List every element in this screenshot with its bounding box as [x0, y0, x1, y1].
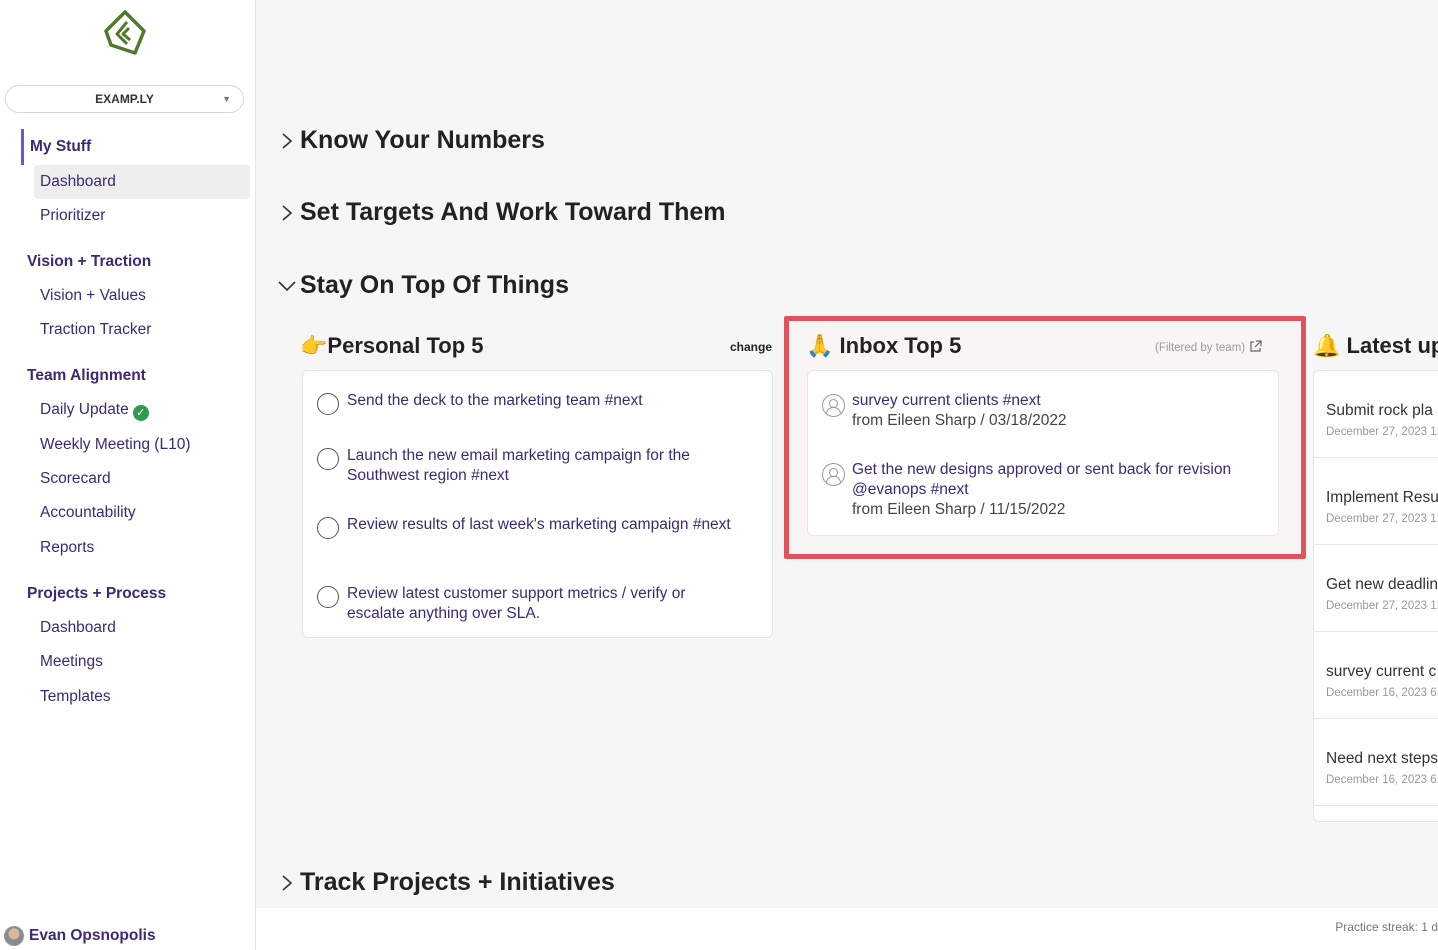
update-date: December 16, 2023 6: [1326, 687, 1438, 699]
nav-section-vision-traction[interactable]: Vision + Traction [27, 253, 151, 271]
section-title: Stay On Top Of Things [300, 271, 569, 299]
divider [1314, 718, 1438, 719]
update-item[interactable]: Need next steps December 16, 2023 6: [1326, 750, 1438, 786]
latest-updates-card: Submit rock pla December 27, 2023 1: Imp… [1313, 370, 1438, 822]
nav-item-accountability[interactable]: Accountability [34, 496, 250, 530]
task-text[interactable]: Review latest customer support metrics /… [347, 584, 737, 624]
task-checkbox[interactable] [317, 448, 339, 470]
nav-item-dashboard[interactable]: Dashboard [34, 165, 250, 199]
nav-item-prioritizer[interactable]: Prioritizer [34, 199, 250, 233]
task-item[interactable]: Send the deck to the marketing team #nex… [317, 391, 737, 415]
task-item[interactable]: Review results of last week's marketing … [317, 515, 737, 539]
divider [1314, 631, 1438, 632]
user-name: Evan Opsnopolis [29, 927, 156, 944]
update-item[interactable]: survey current c December 16, 2023 6: [1326, 663, 1438, 699]
pointing-hand-icon: 👉 [300, 333, 328, 358]
update-title[interactable]: Get new deadlin [1326, 576, 1438, 594]
nav-section-projects-process[interactable]: Projects + Process [27, 585, 166, 603]
daily-update-label: Daily Update [40, 401, 129, 418]
sidebar: EXAMP.LY ▼ My Stuff Dashboard Prioritize… [0, 0, 256, 950]
task-checkbox[interactable] [317, 393, 339, 415]
section-title: Set Targets And Work Toward Them [300, 198, 726, 226]
bell-icon: 🔔 [1313, 333, 1341, 358]
personal-top5-card: Send the deck to the marketing team #nex… [302, 370, 773, 638]
update-item[interactable]: Get new deadlin December 27, 2023 1: [1326, 576, 1438, 612]
section-title: Track Projects + Initiatives [300, 868, 615, 896]
org-name: EXAMP.LY [95, 92, 154, 106]
task-text[interactable]: Review results of last week's marketing … [347, 515, 737, 539]
nav-item-weekly-meeting[interactable]: Weekly Meeting (L10) [34, 428, 250, 462]
divider [1314, 544, 1438, 545]
update-title[interactable]: Submit rock pla [1326, 402, 1438, 420]
chevron-right-icon [276, 130, 298, 152]
update-date: December 16, 2023 6: [1326, 774, 1438, 786]
section-stay-on-top[interactable]: Stay On Top Of Things [276, 271, 569, 300]
chevron-down-icon: ▼ [222, 94, 231, 104]
task-checkbox[interactable] [317, 517, 339, 539]
update-title[interactable]: Implement Resu [1326, 489, 1438, 507]
section-title: Know Your Numbers [300, 126, 545, 154]
nav-item-scorecard[interactable]: Scorecard [34, 462, 250, 496]
nav-section-team-alignment[interactable]: Team Alignment [27, 367, 146, 385]
section-track-projects[interactable]: Track Projects + Initiatives [276, 868, 615, 897]
nav-section-my-stuff[interactable]: My Stuff [21, 129, 91, 165]
section-set-targets[interactable]: Set Targets And Work Toward Them [276, 198, 726, 227]
inbox-highlight-outline [784, 316, 1306, 559]
divider [1314, 457, 1438, 458]
nav-item-meetings[interactable]: Meetings [34, 645, 250, 679]
change-button[interactable]: change [730, 340, 772, 354]
check-circle-icon: ✓ [132, 405, 149, 421]
section-know-your-numbers[interactable]: Know Your Numbers [276, 126, 545, 155]
task-text[interactable]: Launch the new email marketing campaign … [347, 446, 737, 486]
avatar [4, 926, 24, 946]
nav-item-pp-dashboard[interactable]: Dashboard [34, 611, 250, 645]
org-select[interactable]: EXAMP.LY ▼ [5, 85, 244, 113]
nav-item-templates[interactable]: Templates [34, 680, 250, 714]
personal-top5-label: Personal Top 5 [327, 333, 484, 358]
nav-item-vision-values[interactable]: Vision + Values [34, 279, 250, 313]
task-item[interactable]: Review latest customer support metrics /… [317, 584, 737, 624]
task-item[interactable]: Launch the new email marketing campaign … [317, 446, 737, 486]
chevron-down-icon [276, 275, 298, 297]
update-title[interactable]: survey current c [1326, 663, 1438, 681]
update-title[interactable]: Need next steps [1326, 750, 1438, 768]
nav-item-reports[interactable]: Reports [34, 531, 250, 565]
practice-streak: Practice streak: 1 d [1335, 920, 1438, 934]
latest-updates-title: 🔔 Latest up [1313, 333, 1438, 359]
chevron-right-icon [276, 872, 298, 894]
task-checkbox[interactable] [317, 586, 339, 608]
footer: Practice streak: 1 d [256, 908, 1438, 950]
task-text[interactable]: Send the deck to the marketing team #nex… [347, 391, 737, 415]
update-item[interactable]: Implement Resu December 27, 2023 1: [1326, 489, 1438, 525]
personal-top5-title: 👉 Personal Top 5 [300, 333, 483, 359]
nav-item-daily-update[interactable]: Daily Update ✓ [34, 393, 250, 427]
logo-icon[interactable] [103, 10, 147, 56]
user-profile[interactable]: Evan Opsnopolis [4, 926, 156, 946]
update-date: December 27, 2023 1: [1326, 513, 1438, 525]
divider [1314, 805, 1438, 806]
update-date: December 27, 2023 1: [1326, 426, 1438, 438]
update-date: December 27, 2023 1: [1326, 600, 1438, 612]
nav-item-traction-tracker[interactable]: Traction Tracker [34, 313, 250, 347]
latest-updates-label: Latest up [1346, 333, 1438, 358]
chevron-right-icon [276, 202, 298, 224]
update-item[interactable]: Submit rock pla December 27, 2023 1: [1326, 402, 1438, 438]
